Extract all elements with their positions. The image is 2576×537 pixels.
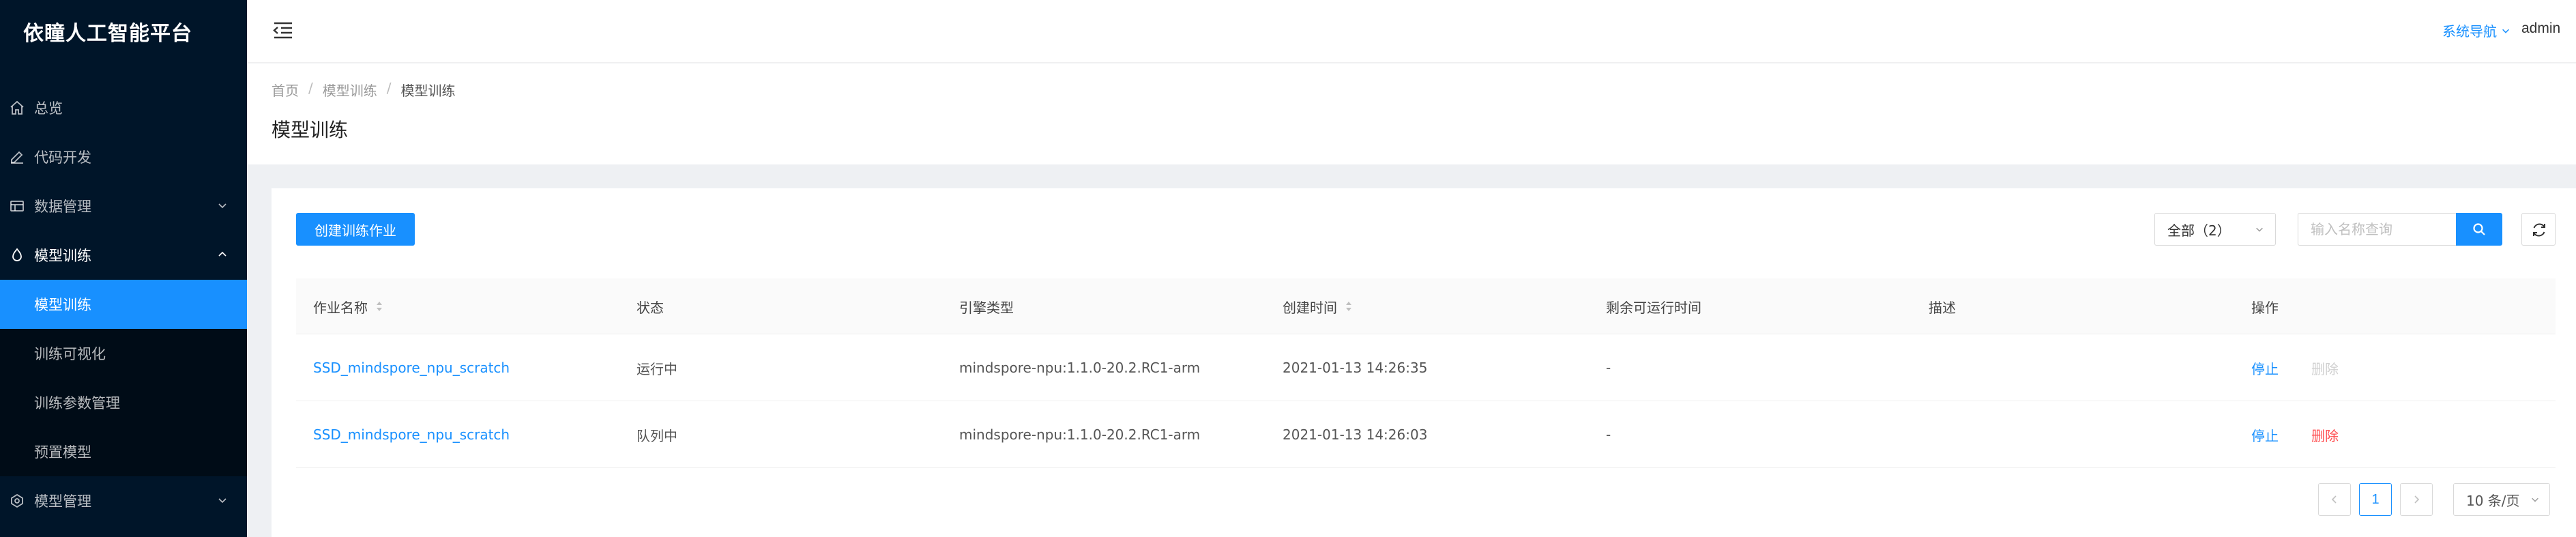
job-name-link[interactable]: SSD_mindspore_npu_scratch [313, 360, 510, 376]
page-size-select[interactable]: 10 条/页 [2453, 483, 2550, 516]
sidebar-subitem-label: 训练参数管理 [34, 395, 120, 411]
sidebar-item-data-mgmt[interactable]: 数据管理 [0, 182, 247, 231]
sidebar-item-code-dev[interactable]: 代码开发 [0, 132, 247, 182]
chevron-down-icon [2532, 497, 2538, 502]
chevron-down-icon [218, 498, 226, 504]
sort-icon [1346, 302, 1351, 311]
content-card: 创建训练作业 全部（2） 作业名称 状态 引擎类型 创建时间 剩余可运行时间 描… [272, 188, 2576, 537]
breadcrumb-home[interactable]: 首页 [272, 80, 299, 100]
refresh-icon [2533, 223, 2545, 237]
job-engine-cell: mindspore-npu:1.1.0-20.2.RC1-arm [959, 360, 1201, 376]
column-header-label: 作业名称 [313, 299, 368, 316]
sidebar-subitem-training-params[interactable]: 训练参数管理 [0, 378, 247, 427]
column-header-engine: 引擎类型 [959, 299, 1014, 316]
breadcrumb-separator: / [386, 80, 392, 96]
page-size-value: 10 条/页 [2466, 492, 2520, 509]
status-filter-select[interactable]: 全部（2） [2154, 213, 2276, 246]
chevron-down-icon [2256, 227, 2263, 232]
job-status-cell: 队列中 [636, 427, 677, 444]
sidebar-item-overview[interactable]: 总览 [0, 83, 247, 132]
stop-button[interactable]: 停止 [2251, 358, 2279, 378]
training-jobs-table: 作业名称 状态 引擎类型 创建时间 剩余可运行时间 描述 操作 SSD_mind… [296, 278, 2556, 468]
column-header-status: 状态 [636, 299, 664, 316]
sidebar-item-label: 代码开发 [34, 149, 91, 166]
sort-icon [377, 302, 382, 311]
system-nav-label: 系统导航 [2442, 23, 2497, 40]
page-header: 首页 / 模型训练 / 模型训练 模型训练 [247, 63, 2576, 164]
column-header-label: 创建时间 [1283, 299, 1337, 316]
column-header-created[interactable]: 创建时间 [1283, 278, 1352, 334]
breadcrumb-separator: / [308, 80, 313, 96]
job-remaining-cell: - [1606, 360, 1611, 376]
table-row: SSD_mindspore_npu_scratch 队列中 mindspore-… [296, 401, 2556, 468]
table-header: 作业名称 状态 引擎类型 创建时间 剩余可运行时间 描述 操作 [296, 278, 2556, 334]
stop-button[interactable]: 停止 [2251, 425, 2279, 445]
sidebar-subitem-model-training[interactable]: 模型训练 [0, 280, 247, 329]
job-actions-cell: 停止 删除 [2251, 334, 2339, 401]
breadcrumb-current: 模型训练 [400, 83, 456, 99]
sidebar-item-model-mgmt[interactable]: 模型管理 [0, 476, 247, 525]
database-icon [10, 201, 24, 212]
job-name-link[interactable]: SSD_mindspore_npu_scratch [313, 426, 510, 443]
prev-page-button[interactable] [2318, 483, 2351, 516]
sidebar: 依瞳人工智能平台 总览 代码开发 数据管理 模型训练 模型训练 训练可视化 训练… [0, 0, 247, 537]
breadcrumb: 首页 / 模型训练 / 模型训练 [272, 80, 456, 100]
page-number-button[interactable]: 1 [2359, 483, 2392, 516]
chevron-down-icon [218, 203, 226, 209]
sidebar-subitem-label: 预置模型 [34, 444, 91, 461]
chevron-up-icon [218, 251, 226, 257]
refresh-button[interactable] [2521, 213, 2556, 246]
system-nav-dropdown[interactable]: 系统导航 [2442, 20, 2511, 40]
job-status-cell: 运行中 [636, 360, 677, 377]
column-header-description: 描述 [1929, 299, 1956, 316]
job-created-cell: 2021-01-13 14:26:03 [1283, 426, 1428, 443]
job-engine-cell: mindspore-npu:1.1.0-20.2.RC1-arm [959, 426, 1201, 443]
chevron-left-icon [2331, 495, 2337, 504]
job-name-cell: SSD_mindspore_npu_scratch [313, 334, 510, 401]
menu-fold-icon[interactable] [272, 20, 295, 42]
sidebar-item-label: 模型管理 [34, 493, 91, 510]
table-row: SSD_mindspore_npu_scratch 运行中 mindspore-… [296, 334, 2556, 401]
experiment-icon [12, 248, 22, 261]
sidebar-subitem-training-visualization[interactable]: 训练可视化 [0, 329, 247, 378]
breadcrumb-parent[interactable]: 模型训练 [323, 80, 377, 100]
job-name-cell: SSD_mindspore_npu_scratch [313, 401, 510, 468]
status-filter-value: 全部（2） [2167, 222, 2231, 239]
create-training-job-button[interactable]: 创建训练作业 [296, 213, 415, 246]
search-icon [2473, 223, 2485, 235]
search-input[interactable] [2298, 213, 2456, 246]
column-header-name[interactable]: 作业名称 [313, 278, 383, 334]
sidebar-submenu: 模型训练 训练可视化 训练参数管理 预置模型 [0, 280, 247, 476]
top-header: 系统导航 admin [247, 0, 2576, 63]
column-header-remaining: 剩余可运行时间 [1606, 299, 1701, 316]
sidebar-item-label: 模型训练 [34, 248, 91, 264]
edit-icon [11, 151, 23, 164]
chevron-down-icon [2502, 29, 2509, 33]
brand-title: 依瞳人工智能平台 [23, 22, 192, 46]
delete-button: 删除 [2311, 360, 2339, 377]
sidebar-item-label: 数据管理 [34, 199, 91, 215]
sidebar-subitem-label: 训练可视化 [34, 346, 106, 362]
deployment-icon [11, 493, 23, 508]
sidebar-item-model-training[interactable]: 模型训练 [0, 231, 247, 280]
column-header-actions: 操作 [2251, 299, 2279, 316]
next-page-button[interactable] [2400, 483, 2433, 516]
home-icon [10, 100, 24, 115]
job-remaining-cell: - [1606, 426, 1611, 443]
page-title: 模型训练 [272, 119, 349, 141]
job-actions-cell: 停止 删除 [2251, 401, 2339, 468]
user-name[interactable]: admin [2521, 20, 2576, 37]
sidebar-subitem-preset-models[interactable]: 预置模型 [0, 427, 247, 476]
sidebar-menu: 总览 代码开发 数据管理 模型训练 模型训练 训练可视化 训练参数管理 预置模型… [0, 83, 247, 525]
sidebar-subitem-label: 模型训练 [34, 297, 91, 313]
sidebar-item-label: 总览 [34, 100, 63, 117]
search-button[interactable] [2456, 213, 2502, 246]
job-created-cell: 2021-01-13 14:26:35 [1283, 360, 1428, 376]
chevron-right-icon [2414, 495, 2420, 504]
delete-button[interactable]: 删除 [2311, 425, 2339, 445]
